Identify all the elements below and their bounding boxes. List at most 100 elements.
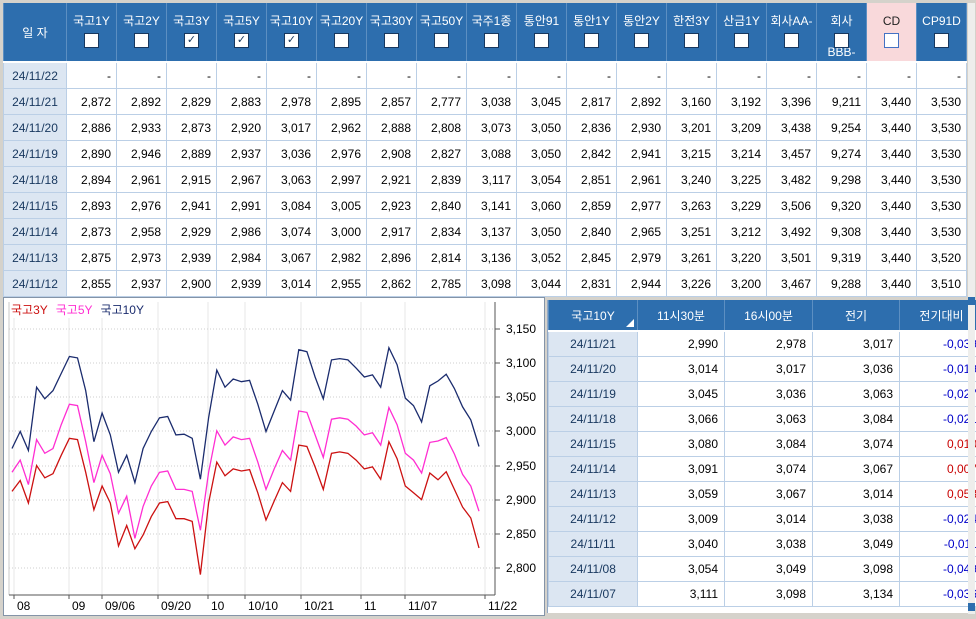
column-checkbox[interactable] xyxy=(484,33,499,49)
chart-legend: 국고3Y 국고5Y 국고10Y xyxy=(11,301,152,318)
date-cell: 24/11/13 xyxy=(548,481,638,507)
column-checkbox[interactable] xyxy=(384,33,399,49)
rate-value-cell: - xyxy=(216,61,267,89)
column-checkbox[interactable] xyxy=(634,33,649,49)
t1130-cell: 3,059 xyxy=(637,481,725,507)
quote-table-row: 24/11/18 3,066 3,063 3,084 -0,021 xyxy=(548,406,976,432)
quote-table-row: 24/11/12 3,009 3,014 3,038 -0,024 xyxy=(548,506,976,532)
column-checkbox[interactable] xyxy=(134,33,149,49)
t1600-cell: 3,063 xyxy=(724,406,813,432)
rate-value-cell: 3,137 xyxy=(466,218,517,245)
rate-value-cell: 2,855 xyxy=(66,270,117,297)
column-checkbox[interactable] xyxy=(434,33,449,49)
column-checkbox[interactable] xyxy=(534,33,549,49)
column-checkbox[interactable] xyxy=(784,33,799,49)
rate-value-cell: 3,192 xyxy=(716,88,767,115)
scroll-up-button[interactable] xyxy=(968,297,975,305)
rate-value-cell: 3,440 xyxy=(866,140,917,167)
column-checkbox[interactable]: ✓ xyxy=(284,33,299,49)
prev-cell: 3,036 xyxy=(812,356,900,382)
t1130-cell: 3,080 xyxy=(637,431,725,457)
change-cell: -0,019 xyxy=(899,356,976,382)
t1600-cell: 3,067 xyxy=(724,481,813,507)
t1130-cell: 3,054 xyxy=(637,556,725,582)
rate-table-row: 24/11/20 2,886 2,933 2,873 2,920 3,017 2,962 2,… xyxy=(3,114,967,141)
column-label: 국고10Y xyxy=(269,14,314,28)
rate-value-cell: 3,050 xyxy=(516,114,567,141)
column-label: 국고3Y xyxy=(173,14,210,28)
rate-table-row: 24/11/13 2,875 2,973 2,939 2,984 3,067 2,982 2,… xyxy=(3,244,967,271)
rate-value-cell: 2,967 xyxy=(216,166,267,193)
column-checkbox[interactable] xyxy=(84,33,99,49)
column-checkbox[interactable] xyxy=(334,33,349,49)
column-checkbox[interactable]: ✓ xyxy=(234,33,249,49)
t1600-cell: 3,098 xyxy=(724,581,813,607)
rate-value-cell: 3,214 xyxy=(716,140,767,167)
rate-value-cell: 3,060 xyxy=(516,192,567,219)
rate-table-body: 24/11/22- - - - - - - - - - - - - - - - - -24/11/21 2,872 2… xyxy=(3,61,967,297)
svg-text:11/07: 11/07 xyxy=(408,599,437,613)
column-label: 국고30Y xyxy=(369,14,414,28)
change-cell: -0,049 xyxy=(899,556,976,582)
rate-value-cell: - xyxy=(166,61,217,89)
column-label: 한전3Y xyxy=(673,14,710,28)
column-label: 산금1Y xyxy=(723,14,760,28)
rate-value-cell: 3,017 xyxy=(266,114,317,141)
rate-value-cell: 2,875 xyxy=(66,244,117,271)
rate-value-cell: 3,052 xyxy=(516,244,567,271)
rate-value-cell: 3,209 xyxy=(716,114,767,141)
rate-value-cell: 2,930 xyxy=(616,114,667,141)
rate-value-cell: 3,440 xyxy=(866,244,917,271)
quote-column-header-2: 16시00분 xyxy=(724,300,813,332)
rate-value-cell: 3,457 xyxy=(766,140,817,167)
rate-value-cell: 2,889 xyxy=(166,140,217,167)
scroll-down-button[interactable] xyxy=(968,603,975,611)
rate-value-cell: 3,263 xyxy=(666,192,717,219)
change-cell: -0,036 xyxy=(899,581,976,607)
quote-sort-header[interactable]: 국고10Y xyxy=(548,300,638,332)
rate-value-cell: 2,892 xyxy=(616,88,667,115)
column-header-15: 회사BBB- xyxy=(816,3,867,63)
quote-table-row: 24/11/21 2,990 2,978 3,017 -0,039 xyxy=(548,330,976,357)
column-label: 국고50Y xyxy=(419,14,464,28)
svg-text:3,000: 3,000 xyxy=(506,424,536,438)
prev-cell: 3,038 xyxy=(812,506,900,532)
rate-value-cell: 3,014 xyxy=(266,270,317,297)
column-header-11: 통안2Y xyxy=(616,3,667,63)
column-header-0: 국고1Y xyxy=(66,3,117,63)
prev-cell: 3,084 xyxy=(812,406,900,432)
column-header-4: 국고10Y ✓ xyxy=(266,3,317,63)
column-label: 국고2Y xyxy=(123,14,160,28)
rate-value-cell: 2,941 xyxy=(616,140,667,167)
rate-value-cell: 3,005 xyxy=(316,192,367,219)
svg-text:3,050: 3,050 xyxy=(506,390,536,404)
rate-value-cell: - xyxy=(266,61,317,89)
rate-value-cell: 2,962 xyxy=(316,114,367,141)
rate-value-cell: 2,941 xyxy=(166,192,217,219)
column-checkbox[interactable]: ✓ xyxy=(184,33,199,49)
date-cell: 24/11/15 xyxy=(3,192,67,219)
change-cell: -0,039 xyxy=(899,330,976,357)
date-cell: 24/11/13 xyxy=(3,244,67,271)
column-checkbox[interactable] xyxy=(884,33,899,49)
column-label: 국주1종 xyxy=(471,14,512,28)
rate-value-cell: - xyxy=(816,61,867,89)
column-checkbox[interactable] xyxy=(734,33,749,49)
column-header-8: 국주1종 xyxy=(466,3,517,63)
date-cell: 24/11/14 xyxy=(3,218,67,245)
rate-value-cell: 3,467 xyxy=(766,270,817,297)
column-header-14: 회사AA- xyxy=(766,3,817,63)
rate-value-cell: 3,073 xyxy=(466,114,517,141)
daily-rate-table-panel: 일 자 국고1Y 국고2Y 국고3Y ✓ 국고5Y ✓ 국고10Y ✓ 국고20Y 국고30Y 국고5… xyxy=(3,3,967,297)
column-checkbox[interactable] xyxy=(934,33,949,49)
column-checkbox[interactable] xyxy=(834,33,849,49)
rate-value-cell: 3,050 xyxy=(516,218,567,245)
t1600-cell: 3,049 xyxy=(724,556,813,582)
column-checkbox[interactable] xyxy=(684,33,699,49)
date-cell: 24/11/18 xyxy=(3,166,67,193)
prev-cell: 3,063 xyxy=(812,381,900,407)
vertical-scrollbar[interactable] xyxy=(968,3,975,614)
rate-value-cell: 3,160 xyxy=(666,88,717,115)
rate-value-cell: - xyxy=(666,61,717,89)
column-checkbox[interactable] xyxy=(584,33,599,49)
